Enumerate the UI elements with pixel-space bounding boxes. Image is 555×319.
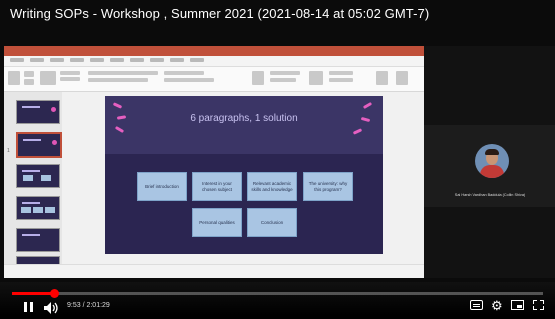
pause-icon[interactable] (24, 302, 34, 312)
ppt-ribbon-tabs (4, 56, 424, 67)
video-player[interactable]: Writing SOPs - Workshop , Summer 2021 (2… (0, 0, 555, 315)
slide-thumbnail[interactable] (16, 228, 60, 252)
ppt-titlebar (4, 46, 424, 56)
slide-title: 6 paragraphs, 1 solution (190, 113, 298, 124)
slide-card: The university: why this program? (303, 172, 353, 201)
slide-card: Relevant academic skills and knowledge (247, 172, 297, 201)
scrubber-handle[interactable] (50, 289, 59, 298)
video-title[interactable]: Writing SOPs - Workshop , Summer 2021 (2… (10, 6, 429, 21)
slide-thumbnail[interactable] (16, 196, 60, 220)
participant-avatar (475, 144, 509, 178)
ppt-ribbon (4, 67, 424, 92)
progress-bar[interactable] (12, 292, 543, 295)
slide-thumbnail[interactable] (16, 100, 60, 124)
slide-thumbnails: 1 (4, 92, 62, 266)
volume-icon[interactable] (44, 301, 58, 314)
fullscreen-icon[interactable] (533, 300, 544, 310)
player-controls (0, 282, 555, 315)
participant-name: Sai Harsh Vardhan Baddula (Collin Shiva) (454, 193, 526, 197)
slide-thumbnail[interactable] (16, 164, 60, 188)
time-display: 9:53 / 2:01:29 (67, 302, 110, 309)
current-slide: 6 paragraphs, 1 solution Brief introduct… (105, 96, 383, 254)
slide-card: Interest in your chosen subject (192, 172, 242, 201)
slide-card: Personal qualities (192, 208, 242, 237)
slide-header (105, 96, 383, 154)
miniplayer-icon[interactable] (511, 300, 524, 310)
progress-played (12, 292, 54, 295)
slide-thumbnail[interactable] (16, 132, 62, 158)
gear-icon[interactable]: ⚙ (491, 299, 503, 312)
captions-icon[interactable] (470, 300, 483, 310)
slide-card: Conclusion (247, 208, 297, 237)
ppt-statusbar (4, 264, 424, 278)
slide-card: Brief introduction (137, 172, 187, 201)
